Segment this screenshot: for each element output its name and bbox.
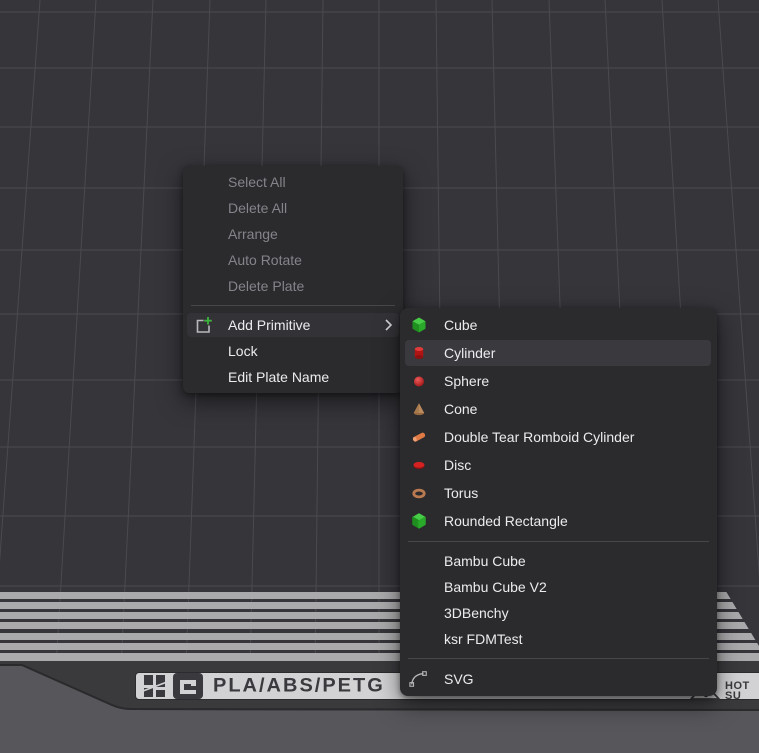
menu-item-disc[interactable]: Disc — [400, 451, 717, 479]
bambu-logo-icon — [143, 674, 167, 698]
cube-icon — [409, 315, 429, 335]
menu-item-double-tear-romboid-cylinder[interactable]: Double Tear Romboid Cylinder — [400, 423, 717, 451]
menu-item-bambu-cube-v2[interactable]: Bambu Cube V2 — [400, 574, 717, 600]
menu-item-sphere[interactable]: Sphere — [400, 367, 717, 395]
menu-item-cone[interactable]: Cone — [400, 395, 717, 423]
menu-item-bambu-cube[interactable]: Bambu Cube — [400, 548, 717, 574]
menu-item-cylinder[interactable]: Cylinder — [400, 339, 717, 367]
menu-item-delete-all[interactable]: Delete All — [183, 195, 403, 221]
menu-item-cube[interactable]: Cube — [400, 311, 717, 339]
rounded-rectangle-icon — [409, 511, 429, 531]
plate-badge-icon — [173, 673, 203, 699]
cylinder-icon — [409, 343, 429, 363]
hot-surface-warning-text: HOT SU — [725, 681, 750, 701]
add-primitive-submenu: Cube Cylinder — [400, 308, 717, 696]
menu-item-ksr-fdmtest[interactable]: ksr FDMTest — [400, 626, 717, 652]
cone-icon — [409, 399, 429, 419]
menu-item-torus[interactable]: Torus — [400, 479, 717, 507]
menu-item-3dbenchy[interactable]: 3DBenchy — [400, 600, 717, 626]
menu-separator — [408, 541, 709, 542]
material-label: PLA/ABS/PETG — [213, 675, 385, 697]
add-primitive-icon — [193, 315, 213, 335]
menu-item-auto-rotate[interactable]: Auto Rotate — [183, 247, 403, 273]
torus-icon — [409, 483, 429, 503]
double-tear-romboid-cylinder-icon — [409, 427, 429, 447]
svg-curve-icon — [409, 669, 429, 689]
menu-item-edit-plate-name[interactable]: Edit Plate Name — [183, 364, 403, 390]
menu-item-svg[interactable]: SVG — [400, 665, 717, 693]
menu-item-select-all[interactable]: Select All — [183, 169, 403, 195]
disc-icon — [409, 455, 429, 475]
menu-separator — [191, 305, 395, 306]
menu-item-lock[interactable]: Lock — [183, 338, 403, 364]
menu-item-rounded-rectangle[interactable]: Rounded Rectangle — [400, 507, 717, 535]
menu-item-arrange[interactable]: Arrange — [183, 221, 403, 247]
chevron-right-icon — [384, 318, 393, 332]
menu-item-delete-plate[interactable]: Delete Plate — [183, 273, 403, 299]
viewport[interactable]: PLA/ABS/PETG HOT SU Select All Delete Al… — [0, 0, 759, 753]
menu-item-add-primitive[interactable]: Add Primitive — [183, 312, 403, 338]
context-menu: Select All Delete All Arrange Auto Rotat… — [183, 166, 403, 393]
sphere-icon — [409, 371, 429, 391]
menu-separator — [408, 658, 709, 659]
